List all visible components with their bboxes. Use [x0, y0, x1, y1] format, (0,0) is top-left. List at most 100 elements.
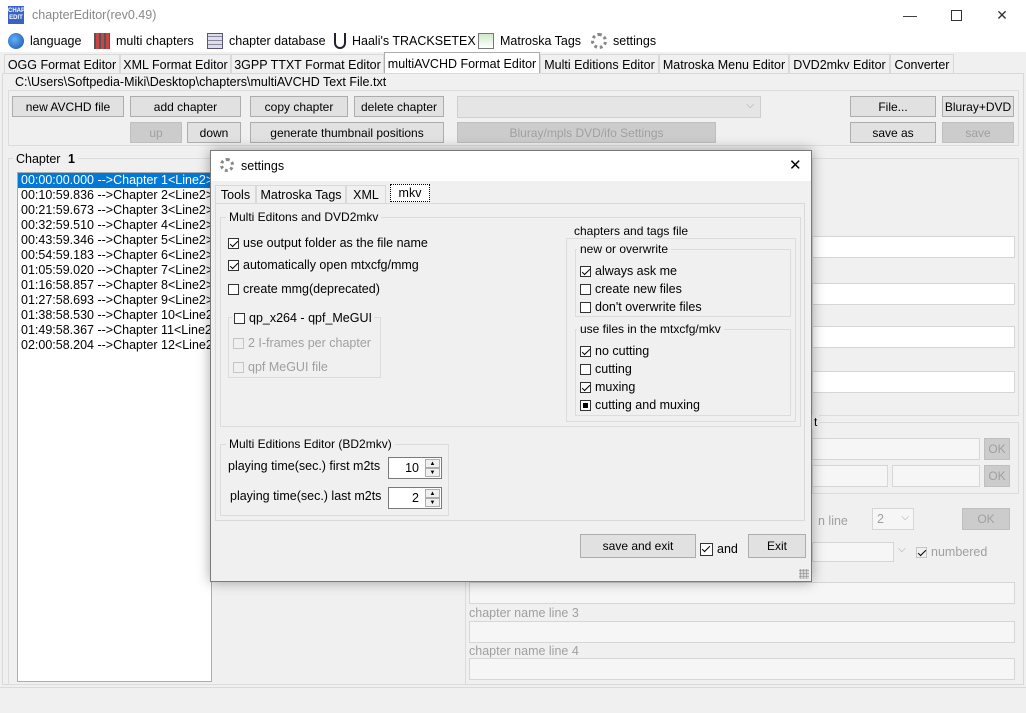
chapter-list-item[interactable]: 01:38:58.530 -->Chapter 10<Line2> — [18, 308, 211, 323]
numbered-checkbox[interactable]: numbered — [916, 545, 987, 559]
chapter-field-1[interactable] — [812, 236, 1015, 258]
output-field-3[interactable] — [892, 465, 980, 487]
resize-grip-icon[interactable] — [799, 569, 809, 579]
menu-settings[interactable]: settings — [591, 30, 656, 52]
chapter-list[interactable]: 00:00:00.000 -->Chapter 1<Line2> 00:10:59… — [17, 172, 212, 682]
dialog-tab-tools[interactable]: Tools — [215, 185, 256, 203]
chapter-name-line-3-field[interactable] — [469, 621, 1015, 643]
always-ask-checkbox[interactable]: always ask me — [580, 264, 677, 278]
copy-chapter-button[interactable]: copy chapter — [250, 96, 348, 117]
qp-x264-checkbox[interactable]: qp_x264 - qpf_MeGUI — [232, 311, 374, 325]
use-output-folder-checkbox[interactable]: use output folder as the file name — [228, 236, 428, 250]
line-count-value: 2 — [877, 512, 884, 526]
new-avchd-file-button[interactable]: new AVCHD file — [12, 96, 124, 117]
no-cutting-checkbox[interactable]: no cutting — [580, 344, 649, 358]
output-field-1[interactable] — [812, 438, 980, 460]
output-ok-button-1[interactable]: OK — [984, 438, 1010, 460]
chapter-field-4[interactable] — [812, 371, 1015, 393]
tab-multi-editions-editor[interactable]: Multi Editions Editor — [540, 54, 659, 74]
up-button[interactable]: up — [130, 122, 182, 143]
chapter-list-item[interactable]: 00:10:59.836 -->Chapter 2<Line2> — [18, 188, 211, 203]
create-new-files-label: create new files — [595, 282, 682, 296]
chapter-list-item[interactable]: 01:05:59.020 -->Chapter 7<Line2> — [18, 263, 211, 278]
dialog-tab-matroska-tags[interactable]: Matroska Tags — [256, 185, 346, 203]
save-and-exit-button[interactable]: save and exit — [580, 534, 696, 558]
chapter-list-item[interactable]: 00:00:00.000 -->Chapter 1<Line2> — [18, 173, 211, 188]
new-overwrite-label: new or overwrite — [577, 242, 672, 256]
add-chapter-button[interactable]: add chapter — [130, 96, 241, 117]
bluray-dvd-button[interactable]: Bluray+DVD — [942, 96, 1014, 117]
multi-editions-dvd2mkv-label: Multi Editons and DVD2mkv — [226, 210, 382, 224]
chapter-name-line-4-field[interactable] — [469, 658, 1015, 680]
output-ok-button-2[interactable]: OK — [984, 465, 1010, 487]
save-as-button[interactable]: save as — [850, 122, 936, 143]
exit-button[interactable]: Exit — [748, 534, 806, 558]
qpf-megui-file-checkbox[interactable]: qpf MeGUI file — [233, 360, 328, 374]
close-icon: ✕ — [996, 6, 1008, 23]
chapter-list-item[interactable]: 01:49:58.367 -->Chapter 11<Line2> — [18, 323, 211, 338]
create-mmg-checkbox[interactable]: create mmg(deprecated) — [228, 282, 380, 296]
chapter-list-item[interactable]: 02:00:58.204 -->Chapter 12<Line2> — [18, 338, 211, 353]
dialog-tab-mkv[interactable]: mkv — [390, 184, 430, 202]
line-count-dropdown[interactable]: 2 ⌵ — [872, 508, 914, 530]
database-table-icon — [207, 33, 223, 49]
tab-matroska-menu-editor[interactable]: Matroska Menu Editor — [659, 54, 789, 74]
dont-overwrite-checkbox[interactable]: don't overwrite files — [580, 300, 702, 314]
line-count-ok-button[interactable]: OK — [962, 508, 1010, 530]
tab-converter[interactable]: Converter — [890, 54, 954, 74]
chapter-name-line-2-field[interactable] — [469, 582, 1015, 604]
create-new-files-box — [580, 283, 591, 295]
muxing-checkbox[interactable]: muxing — [580, 380, 635, 394]
chapter-list-item[interactable]: 00:21:59.673 -->Chapter 3<Line2> — [18, 203, 211, 218]
output-field-2[interactable] — [812, 465, 888, 487]
status-bar — [0, 687, 1026, 713]
tab-multiavchd-format-editor[interactable]: multiAVCHD Format Editor — [384, 52, 540, 74]
and-label: and — [717, 542, 738, 556]
last-m2ts-spinner[interactable]: 2 ▲ ▼ — [388, 487, 442, 509]
cutting-checkbox[interactable]: cutting — [580, 362, 632, 376]
menu-language[interactable]: language — [8, 30, 81, 52]
auto-open-checkbox[interactable]: automatically open mtxcfg/mmg — [228, 258, 419, 272]
dialog-tab-xml[interactable]: XML — [346, 185, 386, 203]
spin-up-icon[interactable]: ▲ — [425, 459, 440, 468]
spin-up-icon[interactable]: ▲ — [425, 489, 440, 498]
file-button[interactable]: File... — [850, 96, 936, 117]
cutting-and-muxing-checkbox[interactable]: cutting and muxing — [580, 398, 700, 412]
chapter-group-label: Chapter 1 — [13, 152, 78, 166]
close-icon[interactable]: ✕ — [789, 156, 802, 174]
chapter-field-3[interactable] — [812, 326, 1015, 348]
menu-multi-chapters[interactable]: multi chapters — [94, 30, 194, 52]
bluray-mpls-settings-button[interactable]: Bluray/mpls DVD/ifo Settings — [457, 122, 716, 143]
menu-matroska-tags[interactable]: Matroska Tags — [478, 30, 581, 52]
chapter-list-item[interactable]: 00:54:59.183 -->Chapter 6<Line2> — [18, 248, 211, 263]
no-cutting-box — [580, 345, 591, 357]
down-button[interactable]: down — [187, 122, 241, 143]
chapter-list-item[interactable]: 00:43:59.346 -->Chapter 5<Line2> — [18, 233, 211, 248]
language-dropdown[interactable] — [812, 542, 894, 562]
close-window-button[interactable]: ✕ — [979, 0, 1025, 30]
chapter-list-item[interactable]: 01:27:58.693 -->Chapter 9<Line2> — [18, 293, 211, 308]
tab-xml-format-editor[interactable]: XML Format Editor — [120, 54, 231, 74]
delete-chapter-button[interactable]: delete chapter — [354, 96, 444, 117]
menu-chapter-database[interactable]: chapter database — [207, 30, 326, 52]
spin-down-icon[interactable]: ▼ — [425, 468, 440, 477]
avchd-selector-dropdown[interactable]: ⌵ — [457, 96, 761, 118]
create-new-files-checkbox[interactable]: create new files — [580, 282, 682, 296]
menu-haali-tracksetex[interactable]: Haali's TRACKSETEX — [334, 30, 476, 52]
iframes-checkbox[interactable]: 2 I-frames per chapter — [233, 336, 371, 350]
spin-down-icon[interactable]: ▼ — [425, 498, 440, 507]
save-button[interactable]: save — [942, 122, 1014, 143]
numbered-label: numbered — [931, 545, 988, 559]
chapter-list-item[interactable]: 01:16:58.857 -->Chapter 8<Line2> — [18, 278, 211, 293]
tab-dvd2mkv-editor[interactable]: DVD2mkv Editor — [789, 54, 890, 74]
minimize-button[interactable]: — — [887, 0, 933, 30]
first-m2ts-spinner[interactable]: 10 ▲ ▼ — [388, 457, 442, 479]
chapter-field-2[interactable] — [812, 283, 1015, 305]
tab-ogg-format-editor[interactable]: OGG Format Editor — [4, 54, 120, 74]
chapter-list-item[interactable]: 00:32:59.510 -->Chapter 4<Line2> — [18, 218, 211, 233]
maximize-button[interactable] — [933, 0, 979, 30]
and-checkbox[interactable]: and — [700, 542, 738, 556]
globe-icon — [8, 33, 24, 49]
generate-thumbnail-positions-button[interactable]: generate thumbnail positions — [250, 122, 444, 143]
tab-3gpp-ttxt-format-editor[interactable]: 3GPP TTXT Format Editor — [231, 54, 384, 74]
